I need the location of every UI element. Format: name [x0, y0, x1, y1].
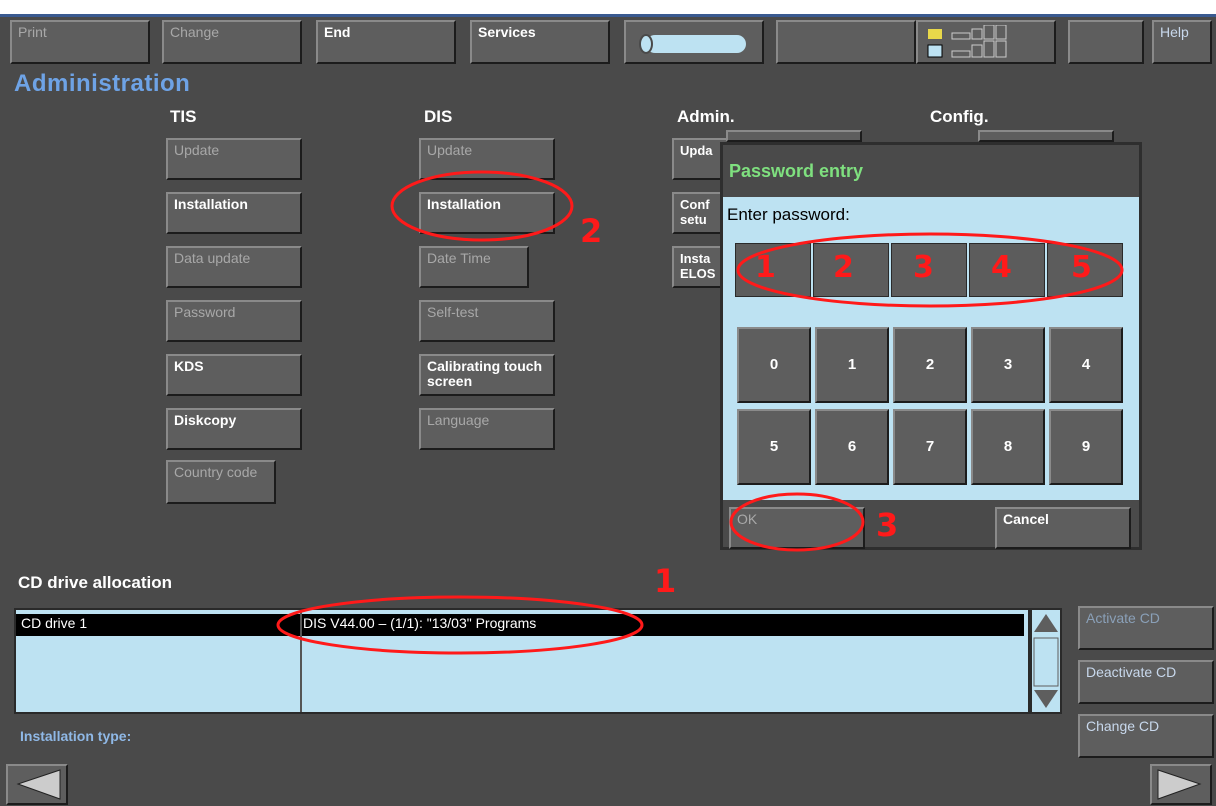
print-button[interactable]: Print	[10, 20, 150, 64]
dis-update-button[interactable]: Update	[419, 138, 555, 180]
dis-calibrating-button[interactable]: Calibrating touch screen	[419, 354, 555, 396]
annotation-pw-digit: 4	[991, 250, 1012, 285]
annotation-pw-digit: 3	[913, 250, 934, 285]
key-6[interactable]: 6	[815, 409, 889, 485]
config-hidden-button-edge	[978, 130, 1114, 142]
key-8[interactable]: 8	[971, 409, 1045, 485]
window-top-accent	[0, 14, 1216, 17]
installation-type-label: Installation type:	[20, 728, 132, 744]
status-panel-small	[1068, 20, 1144, 64]
ok-button[interactable]: OK	[729, 507, 865, 549]
key-5[interactable]: 5	[737, 409, 811, 485]
key-0[interactable]: 0	[737, 327, 811, 403]
key-4[interactable]: 4	[1049, 327, 1123, 403]
cd-section-title: CD drive allocation	[18, 573, 172, 592]
cd-drive-list[interactable]: CD drive 1 DIS V44.00 – (1/1): "13/03" P…	[14, 608, 1030, 714]
hardware-status-panel	[916, 20, 1056, 64]
key-1[interactable]: 1	[815, 327, 889, 403]
scroll-up-icon	[1034, 614, 1058, 632]
back-button[interactable]	[6, 764, 68, 805]
tis-installation-button[interactable]: Installation	[166, 192, 302, 234]
scrollbar-arrows	[1033, 614, 1059, 708]
tis-update-button[interactable]: Update	[166, 138, 302, 180]
right-arrow-icon	[1157, 769, 1202, 800]
forward-button[interactable]	[1150, 764, 1212, 805]
dialog-title: Password entry	[723, 145, 1139, 197]
list-scrollbar[interactable]	[1030, 608, 1062, 714]
device-status-icon	[927, 24, 1007, 58]
tis-kds-button[interactable]: KDS	[166, 354, 302, 396]
cd-drive-name: CD drive 1	[21, 615, 88, 631]
dis-installation-button[interactable]: Installation	[419, 192, 555, 234]
annotation-pw-digit: 2	[833, 250, 854, 285]
annotation-pw-digit: 5	[1071, 250, 1092, 285]
dis-language-button[interactable]: Language	[419, 408, 555, 450]
tis-heading: TIS	[170, 107, 197, 126]
tis-data-update-button[interactable]: Data update	[166, 246, 302, 288]
annotation-number-1: 1	[654, 562, 677, 600]
page-title: Administration	[14, 70, 191, 97]
dis-self-test-button[interactable]: Self-test	[419, 300, 555, 342]
help-button[interactable]: Help	[1152, 20, 1212, 64]
column-divider	[300, 610, 302, 712]
config-heading: Config.	[930, 107, 989, 126]
deactivate-cd-button[interactable]: Deactivate CD	[1078, 660, 1214, 704]
tis-diskcopy-button[interactable]: Diskcopy	[166, 408, 302, 450]
end-button[interactable]: End	[316, 20, 456, 64]
change-button[interactable]: Change	[162, 20, 302, 64]
password-dialog: Password entry Enter password: 0 1 2 3 4…	[720, 142, 1142, 550]
cd-cylinder-icon	[639, 34, 746, 54]
key-7[interactable]: 7	[893, 409, 967, 485]
services-button[interactable]: Services	[470, 20, 610, 64]
key-9[interactable]: 9	[1049, 409, 1123, 485]
annotation-pw-digit: 1	[755, 250, 776, 285]
cd-status-panel	[624, 20, 764, 64]
window-top-border	[0, 0, 1216, 14]
dis-heading: DIS	[424, 107, 453, 126]
cd-drive-entry: DIS V44.00 – (1/1): "13/03" Programs	[303, 615, 537, 631]
tis-country-code-button[interactable]: Country code	[166, 460, 276, 504]
activate-cd-button[interactable]: Activate CD	[1078, 606, 1214, 650]
key-3[interactable]: 3	[971, 327, 1045, 403]
cancel-button[interactable]: Cancel	[995, 507, 1131, 549]
scroll-down-icon	[1034, 690, 1058, 708]
dis-date-time-button[interactable]: Date Time	[419, 246, 529, 288]
status-panel-blank	[776, 20, 916, 64]
change-cd-button[interactable]: Change CD	[1078, 714, 1214, 758]
annotation-number-2: 2	[580, 212, 603, 250]
left-arrow-icon	[16, 769, 61, 800]
admin-hidden-button-edge	[726, 130, 862, 142]
annotation-number-3: 3	[876, 506, 899, 544]
admin-heading: Admin.	[677, 107, 735, 126]
key-2[interactable]: 2	[893, 327, 967, 403]
tis-password-button[interactable]: Password	[166, 300, 302, 342]
password-prompt: Enter password:	[727, 205, 850, 224]
